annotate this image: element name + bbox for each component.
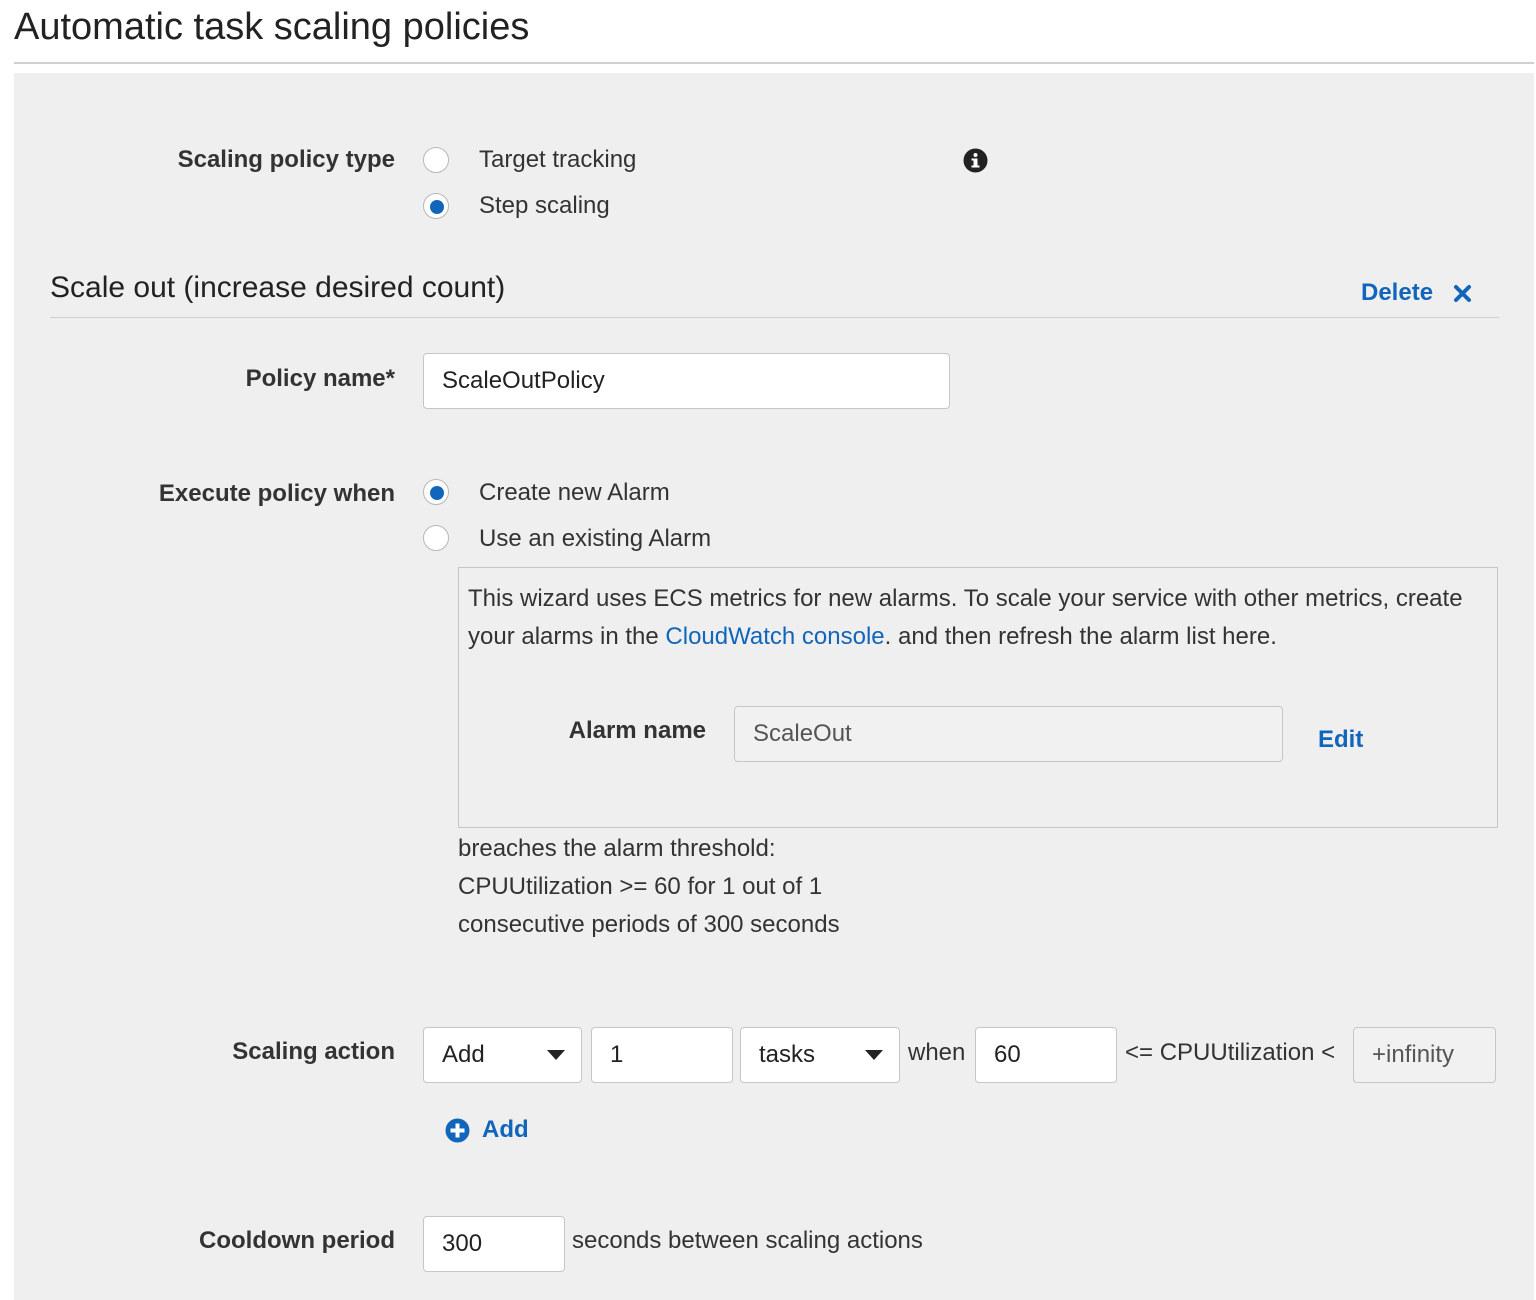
- threshold-line-2: CPUUtilization >= 60 for 1 out of 1: [458, 873, 823, 900]
- info-text-after: . and then refresh the alarm list here.: [884, 623, 1277, 650]
- lower-bound-input[interactable]: [975, 1027, 1117, 1083]
- chevron-down-icon: [865, 1050, 883, 1060]
- scale-out-section-title: Scale out (increase desired count): [50, 271, 506, 304]
- radio-label-create-new-alarm[interactable]: Create new Alarm: [479, 479, 670, 507]
- alarm-name-label: Alarm name: [568, 717, 706, 744]
- radio-label-step-scaling[interactable]: Step scaling: [479, 192, 610, 220]
- delete-link[interactable]: Delete: [1361, 279, 1433, 307]
- upper-bound-input: [1353, 1027, 1496, 1083]
- cooldown-period-label: Cooldown period: [199, 1227, 395, 1254]
- info-circle-icon[interactable]: [963, 148, 988, 173]
- radio-use-existing-alarm[interactable]: [423, 525, 449, 551]
- policy-name-label: Policy name*: [245, 365, 395, 392]
- when-label: when: [908, 1039, 966, 1066]
- alarm-info-text: This wizard uses ECS metrics for new ala…: [468, 580, 1488, 656]
- alarm-name-input: [734, 706, 1283, 762]
- section-divider: [50, 317, 1499, 318]
- scaling-unit-value: tasks: [759, 1041, 816, 1068]
- radio-label-target-tracking[interactable]: Target tracking: [479, 146, 636, 174]
- scaling-action-type-value: Add: [442, 1041, 485, 1068]
- cooldown-suffix: seconds between scaling actions: [572, 1227, 923, 1254]
- execute-policy-label: Execute policy when: [158, 480, 395, 507]
- radio-create-new-alarm[interactable]: [423, 479, 449, 505]
- threshold-line-1: breaches the alarm threshold:: [458, 835, 776, 862]
- radio-label-use-existing-alarm[interactable]: Use an existing Alarm: [479, 525, 711, 553]
- title-divider: [14, 62, 1534, 64]
- add-step-button[interactable]: Add: [482, 1116, 529, 1144]
- cloudwatch-console-link[interactable]: CloudWatch console: [665, 623, 884, 650]
- cooldown-period-input[interactable]: [423, 1216, 565, 1272]
- policy-name-input[interactable]: [423, 353, 950, 409]
- plus-circle-icon[interactable]: [445, 1118, 470, 1143]
- scaling-action-label: Scaling action: [232, 1038, 395, 1065]
- scaling-policy-type-label: Scaling policy type: [177, 146, 395, 173]
- radio-target-tracking[interactable]: [423, 147, 449, 173]
- chevron-down-icon: [547, 1050, 565, 1060]
- page-title: Automatic task scaling policies: [14, 6, 530, 48]
- scaling-unit-select[interactable]: tasks: [740, 1027, 900, 1083]
- close-icon[interactable]: [1453, 284, 1472, 303]
- scaling-amount-input[interactable]: [591, 1027, 733, 1083]
- scaling-action-type-select[interactable]: Add: [423, 1027, 582, 1083]
- edit-alarm-link[interactable]: Edit: [1318, 726, 1363, 754]
- metric-range-label: <= CPUUtilization <: [1125, 1039, 1336, 1066]
- radio-step-scaling[interactable]: [423, 193, 449, 219]
- alarm-threshold-text: breaches the alarm threshold: CPUUtiliza…: [458, 830, 840, 944]
- threshold-line-3: consecutive periods of 300 seconds: [458, 911, 840, 938]
